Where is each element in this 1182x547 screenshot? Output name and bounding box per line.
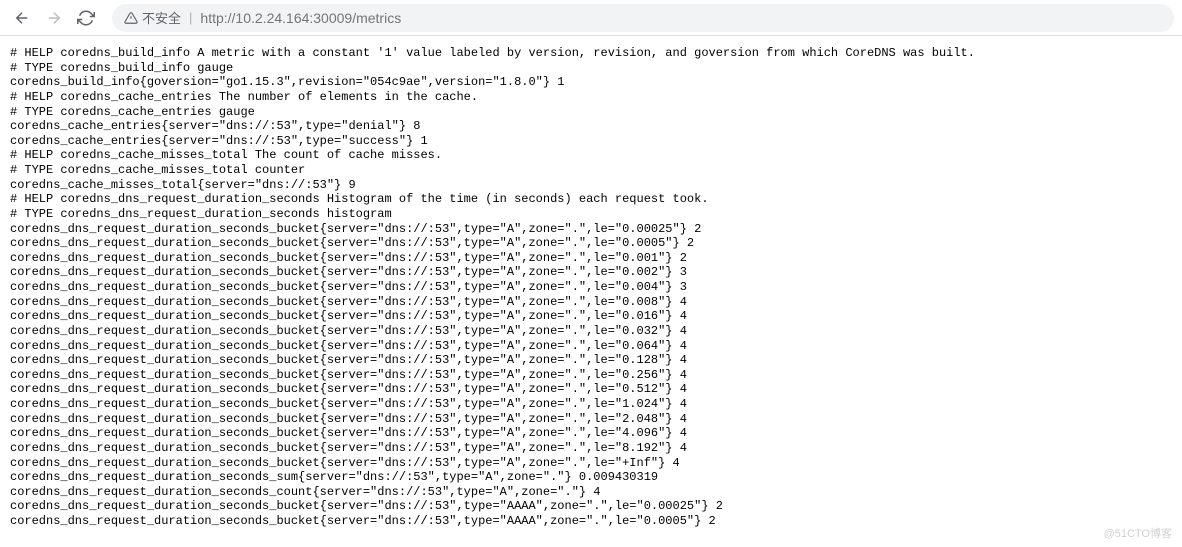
insecure-label: 不安全 bbox=[142, 8, 181, 27]
url-text: http://10.2.24.164:30009/metrics bbox=[200, 10, 401, 26]
reload-button[interactable] bbox=[72, 4, 100, 32]
address-bar[interactable]: 不安全 | http://10.2.24.164:30009/metrics bbox=[112, 4, 1174, 32]
watermark: @51CTO博客 bbox=[1104, 525, 1172, 541]
security-warning: 不安全 bbox=[124, 8, 181, 27]
address-divider: | bbox=[189, 10, 192, 25]
reload-icon bbox=[77, 9, 95, 27]
forward-button[interactable] bbox=[40, 4, 68, 32]
arrow-left-icon bbox=[13, 9, 31, 27]
arrow-right-icon bbox=[45, 9, 63, 27]
metrics-output: # HELP coredns_build_info A metric with … bbox=[0, 36, 1182, 539]
warning-triangle-icon bbox=[124, 11, 138, 25]
browser-toolbar: 不安全 | http://10.2.24.164:30009/metrics bbox=[0, 0, 1182, 36]
back-button[interactable] bbox=[8, 4, 36, 32]
